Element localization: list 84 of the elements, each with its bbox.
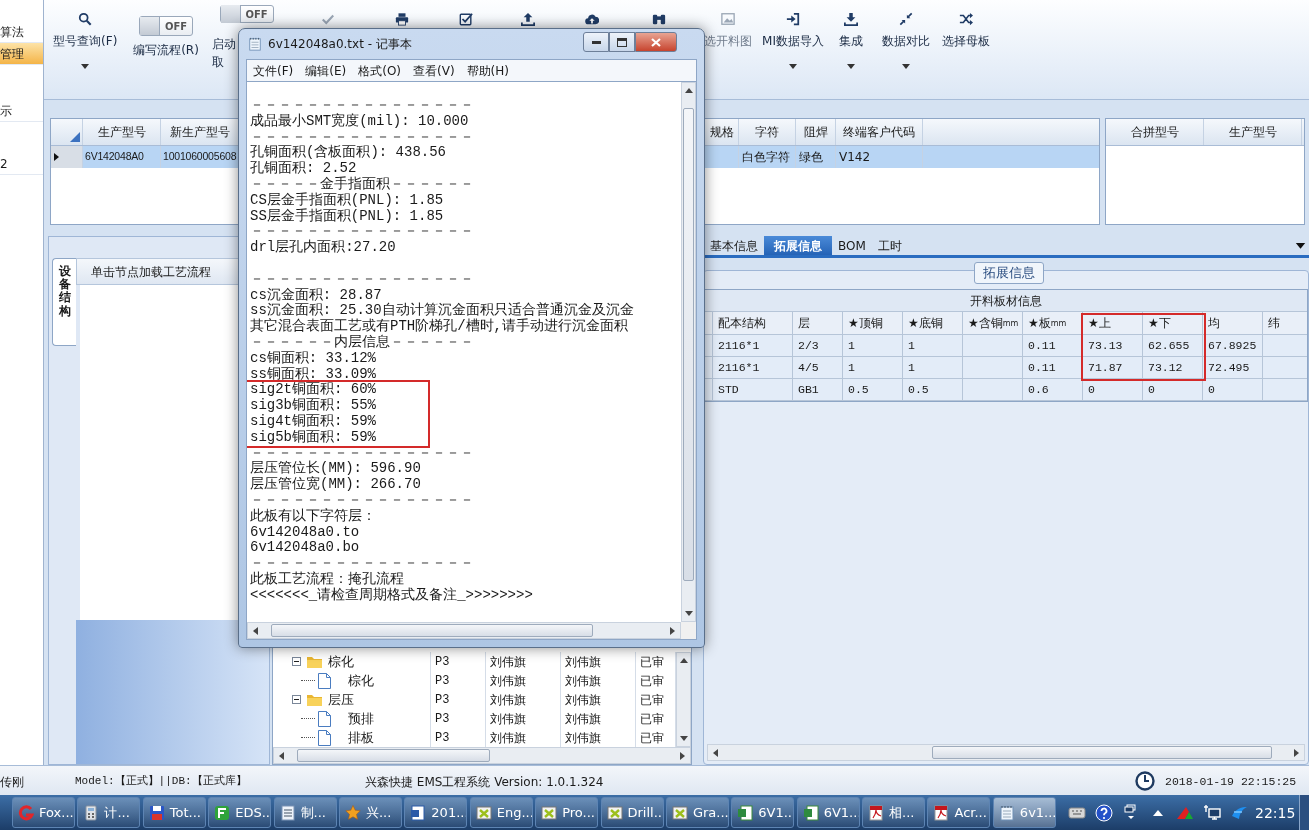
table-cell: 刘伟旗 [486,671,561,690]
node-label: 棕化 [328,652,354,671]
table-cell: 73.12 [1143,357,1203,378]
table-cell: 1 [903,335,963,356]
table-cell: 67.8925 [1203,335,1263,356]
table-cell: 0.6 [1023,379,1083,400]
group-title: 拓展信息 [974,262,1044,284]
node-label: 排板 [348,728,374,747]
text-line: －－－－－－内层信息－－－－－－ [250,334,475,351]
table-cell: P3 [431,671,486,690]
text-line: 此板工艺流程：掩孔流程 [250,571,405,587]
text-line: cs沉金面积: 28.87 [250,287,383,303]
table-cell: 刘伟旗 [561,709,636,728]
user-name: 传刚 [0,774,24,791]
table-cell: 0 [1083,379,1143,400]
table-cell: 刘伟旗 [486,709,561,728]
table-cell: 0.11 [1023,357,1083,378]
table-cell: P3 [431,652,486,671]
table-cell: 白色字符 [739,146,796,168]
version-label: 兴森快捷 EMS工程系统 Version: 1.0.1.324 [365,774,604,791]
toggle-label: 启动 取 [211,36,236,71]
node-label: 层压 [328,690,354,709]
environment-label: Model:【正式】||DB:【正式库】 [75,774,247,789]
text-line: sig5b铜面积: 59% [250,429,377,446]
text-line: －－－－－金手指面积－－－－－－ [250,177,475,192]
table-cell: 0.5 [903,379,963,400]
table-cell: 刘伟旗 [486,652,561,671]
table-cell: 6V142048A0 [83,146,161,168]
table-cell: 72.495 [1203,357,1263,378]
table-cell: P3 [431,690,486,709]
table-cell: V142 [836,146,923,168]
text-line: <<<<<<<_请检查周期格式及备注_>>>>>>>> [250,587,534,604]
table-cell: 刘伟旗 [486,690,561,709]
text-line: cs铜面积: 33.12% [250,350,377,367]
table-cell: 0.11 [1023,335,1083,356]
text-line: 6v142048a0.to [250,524,361,540]
date-time: 2018-01-19 22:15:25 [1165,774,1297,790]
table-cell: 0.5 [843,379,903,400]
text-line: －－－－－－－－－－－－－－－－ [250,224,475,240]
table-cell: 62.655 [1143,335,1203,356]
table-cell: 0 [1203,379,1263,400]
table-cell: 绿色 [796,146,836,168]
text-line: 6v142048a0.bo [250,540,361,557]
text-line: 孔铜面积: 2.52 [250,161,357,177]
text-line: ss铜面积: 33.09% [250,366,377,382]
text-line: sig2t铜面积: 60% [250,382,377,398]
table-title: 开料板材信息 [705,290,1307,312]
table-cell: STD [713,379,793,400]
text-line: SS层金手指面积(PNL): 1.85 [250,208,445,225]
table-cell: 2116*1 [713,357,793,378]
toggle-label: 编写流程(R) [133,42,199,59]
text-line: －－－－－－－－－－－－－－－－ [250,445,475,461]
text-line: 孔铜面积(含板面积): 438.56 [250,145,447,161]
table-cell: 2/3 [793,335,843,356]
node-label: 棕化 [348,671,374,690]
table-cell: 4/5 [793,357,843,378]
table-cell: 73.13 [1083,335,1143,356]
text-line: 层压管位长(MM): 596.90 [250,461,422,477]
table-cell: 71.87 [1083,357,1143,378]
text-line: 成品最小SMT宽度(mil): 10.000 [250,113,470,130]
table-cell: 1 [843,357,903,378]
table-cell: 1 [843,335,903,356]
text-line: －－－－－－－－－－－－－－－－ [250,492,475,508]
table-cell: 刘伟旗 [561,652,636,671]
node-label: 预排 [348,709,374,728]
table-cell: P3 [431,709,486,728]
text-line: 层压管位宽(MM): 266.70 [250,477,422,493]
text-line: ss沉金面积: 25.30自动计算沉金面积只适合普通沉金及沉金 [250,303,635,319]
table-cell: 2116*1 [713,335,793,356]
table-cell: GB1 [793,379,843,400]
table-cell: 刘伟旗 [561,671,636,690]
text-line: CS层金手指面积(PNL): 1.85 [250,192,445,208]
table-cell: 0 [1143,379,1203,400]
window-title: 6v142048a0.txt - 记事本 [268,36,412,53]
text-line: sig3b铜面积: 55% [250,398,377,414]
text-line: drl层孔内面积:27.20 [250,240,397,256]
text-line: 其它混合表面工艺或有PTH阶梯孔/槽时,请手动进行沉金面积 [250,319,629,335]
table-cell: 1 [903,357,963,378]
text-line: 此板有以下字符层： [250,508,377,525]
text-line: －－－－－－－－－－－－－－－－ [250,129,475,145]
text-line: sig4t铜面积: 59% [250,413,377,430]
text-line: －－－－－－－－－－－－－－－－ [250,556,475,572]
table-cell: 刘伟旗 [561,690,636,709]
text-line: －－－－－－－－－－－－－－－－ [250,98,475,113]
